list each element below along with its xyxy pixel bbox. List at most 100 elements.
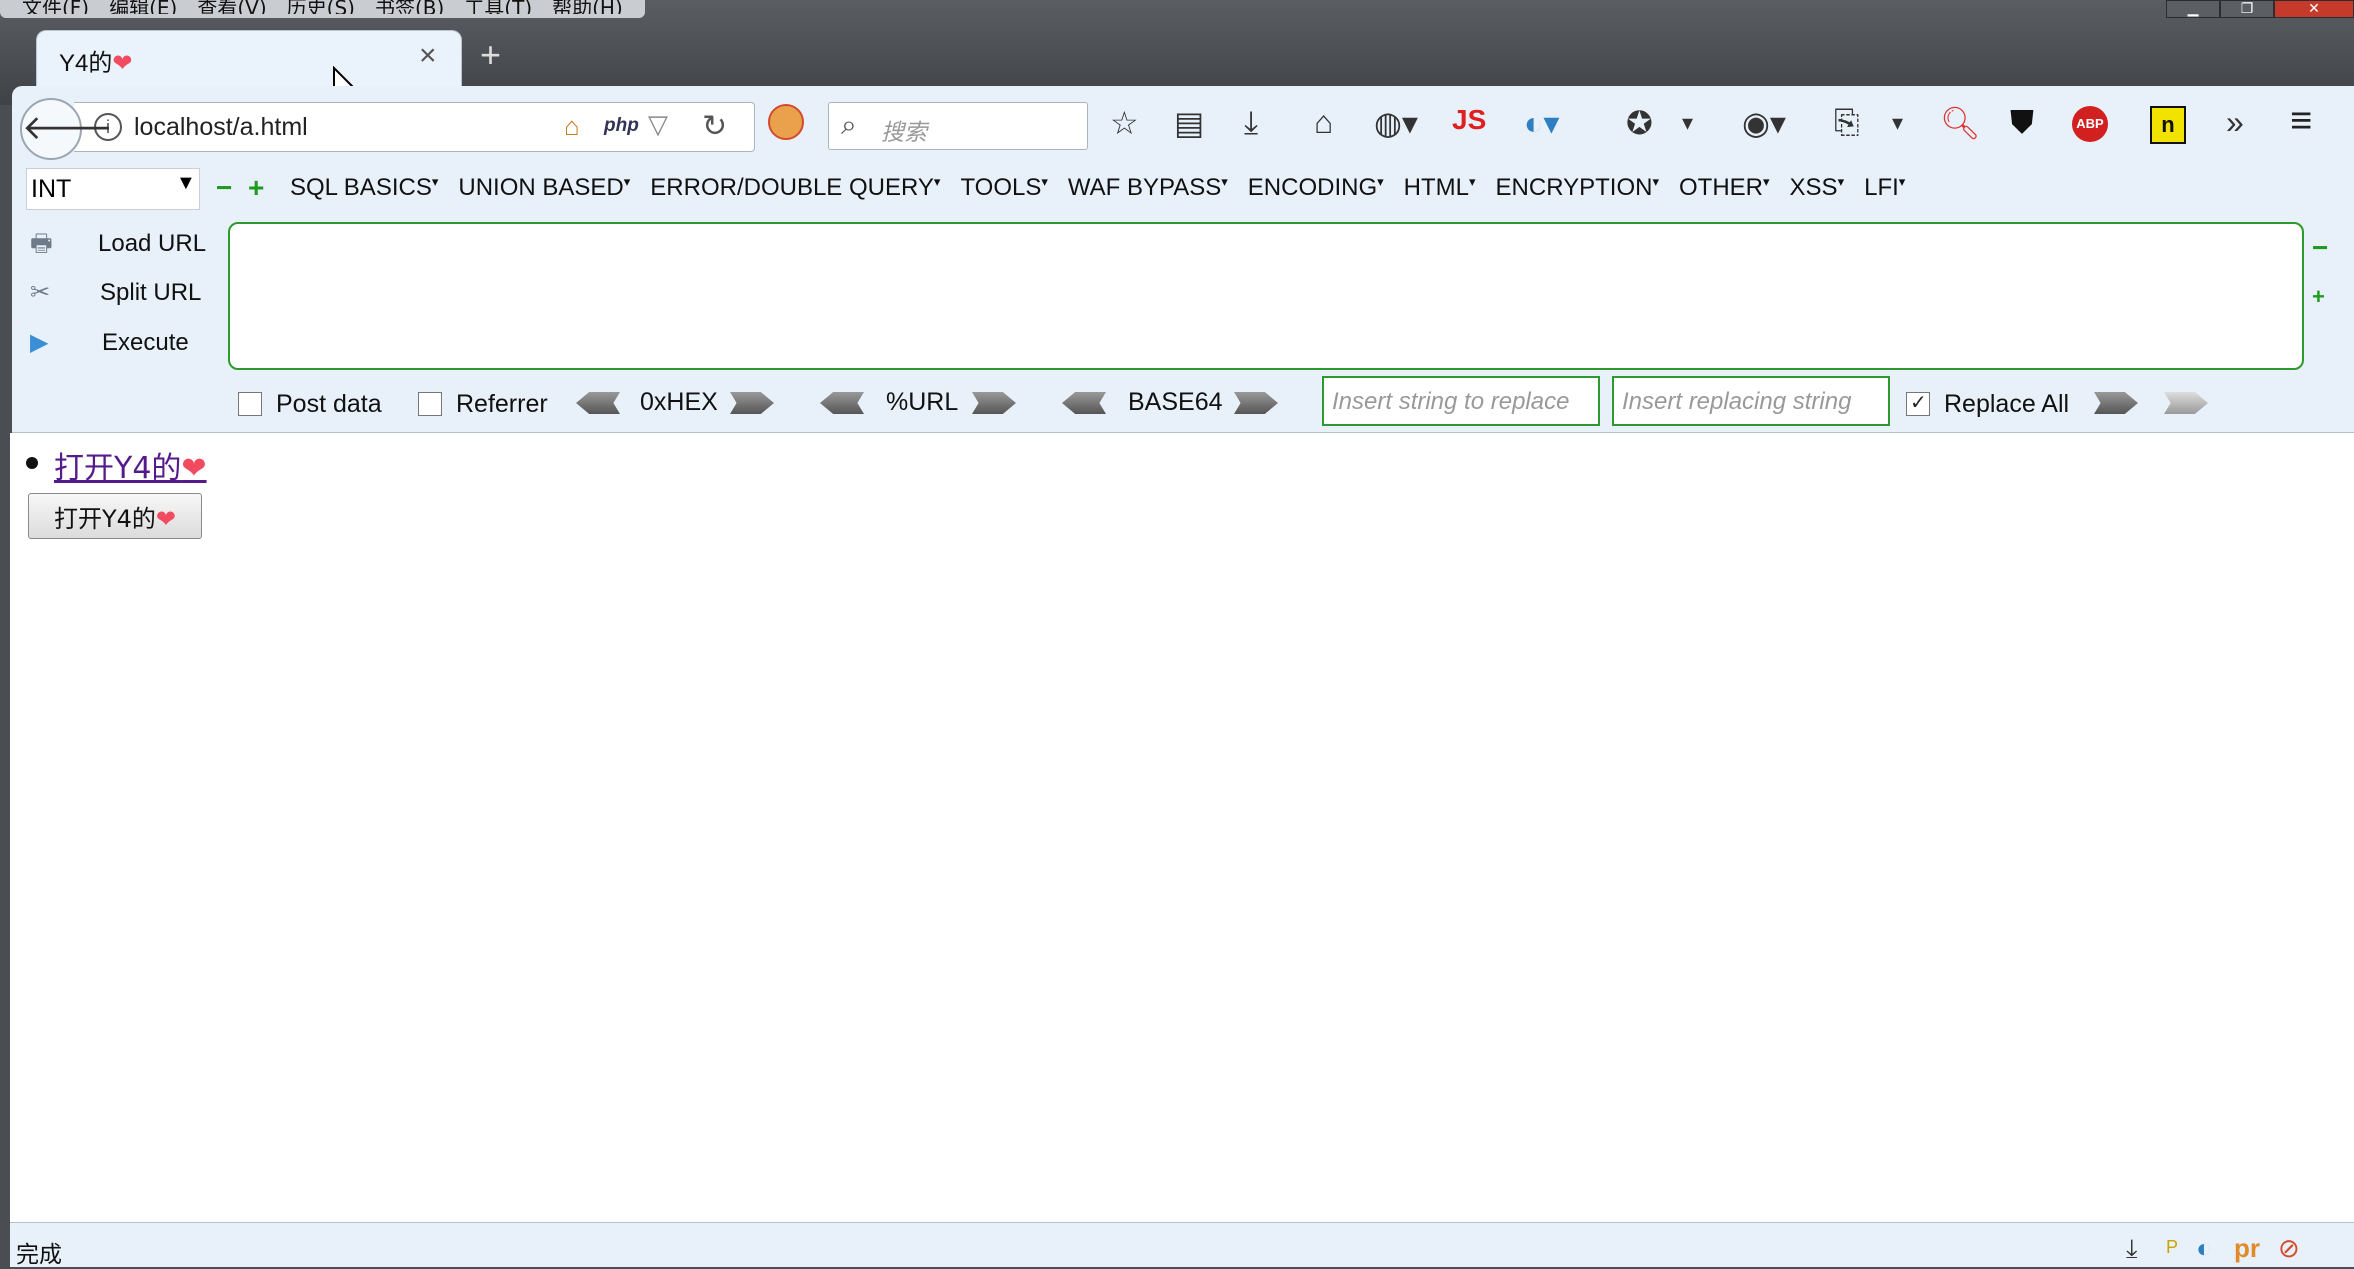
menu-error-double-query[interactable]: ERROR/DOUBLE QUERY — [650, 174, 940, 202]
noscript-icon[interactable] — [768, 104, 804, 140]
browser-chrome: i localhost/a.html ⌂ php ▽ ↻ 🡐 ⌕ 搜索 ☆ ▤ … — [12, 86, 2354, 433]
shield-icon[interactable]: ⛊ — [2010, 104, 2034, 142]
url-bar[interactable]: i localhost/a.html ⌂ php ▽ ↻ — [74, 102, 755, 152]
menu-xss[interactable]: XSS — [1790, 174, 1845, 202]
palette-dropdown-icon[interactable]: ▾ — [1682, 110, 1693, 136]
menu-help[interactable]: 帮助(H) — [542, 0, 633, 14]
menu-tools[interactable]: 工具(T) — [454, 0, 542, 14]
close-window-button[interactable]: ✕ — [2274, 0, 2354, 18]
type-select[interactable]: INT — [26, 168, 200, 210]
menu-view[interactable]: 查看(V) — [187, 0, 276, 14]
hex-encode-arrow-icon[interactable] — [730, 392, 774, 414]
base64-label: BASE64 — [1128, 388, 1223, 416]
menu-sql-basics[interactable]: SQL BASICS — [290, 174, 438, 202]
menu-encryption[interactable]: ENCRYPTION — [1496, 174, 1659, 202]
minimize-button[interactable]: ▁ — [2166, 0, 2220, 18]
proxy-status-icon[interactable]: ◐ — [2196, 1233, 2212, 1264]
menu-union-based[interactable]: UNION BASED — [458, 174, 630, 202]
status-bar: 完成 ⤓ P ◐ pr ⊘ — [10, 1222, 2354, 1268]
replace-go-arrow-icon[interactable] — [2094, 392, 2138, 414]
open-link[interactable]: 打开Y4的❤ — [54, 443, 207, 487]
split-url-label: Split URL — [100, 279, 202, 306]
menu-other[interactable]: OTHER — [1679, 174, 1770, 202]
load-url-button[interactable]: 🖶 Load URL — [30, 226, 206, 267]
menu-tools-hackbar[interactable]: TOOLS — [960, 174, 1047, 202]
menu-edit[interactable]: 编辑(E) — [99, 0, 187, 14]
open-button[interactable]: 打开Y4的❤ — [28, 493, 202, 539]
menu-history[interactable]: 历史(S) — [277, 0, 365, 14]
referrer-checkbox[interactable] — [418, 392, 442, 416]
overflow-icon[interactable]: » — [2226, 104, 2244, 141]
menu-html[interactable]: HTML — [1404, 174, 1476, 202]
library-icon[interactable]: ▤ — [1174, 104, 1204, 142]
download-icon[interactable]: ⤓ — [1244, 104, 1258, 142]
menu-bookmarks[interactable]: 书签(B) — [365, 0, 454, 14]
devtools-icon[interactable]: ⎘ — [1834, 104, 1860, 142]
pagerank-icon[interactable]: P — [2166, 1237, 2178, 1258]
tab-title: Y4的❤ — [59, 43, 132, 78]
bookmark-star-icon[interactable]: ☆ — [1110, 104, 1139, 142]
php-badge[interactable]: php — [604, 115, 639, 137]
base64-encode-arrow-icon[interactable] — [1234, 392, 1278, 414]
search-icon: ⌕ — [841, 109, 857, 140]
tab-close-icon[interactable]: × — [419, 39, 437, 73]
replace-back-arrow-icon[interactable] — [2164, 392, 2208, 414]
navigation-bar: i localhost/a.html ⌂ php ▽ ↻ 🡐 ⌕ 搜索 ☆ ▤ … — [12, 86, 2354, 172]
search-input[interactable]: ⌕ 搜索 — [828, 102, 1088, 150]
tab-active[interactable]: Y4的❤ × — [36, 30, 462, 89]
hamburger-menu-icon[interactable]: ≡ — [2290, 100, 2312, 143]
extension-n-icon[interactable]: n — [2150, 106, 2186, 144]
search-engine-icon[interactable]: 🔍︎ — [1940, 104, 1981, 142]
search-placeholder: 搜索 — [881, 119, 927, 145]
open-button-text: 打开Y4的 — [53, 504, 156, 533]
menu-lfi[interactable]: LFI — [1864, 174, 1905, 202]
home-icon[interactable]: ⌂ — [564, 111, 580, 142]
url-encode-label: %URL — [886, 388, 959, 416]
menu-encoding[interactable]: ENCODING — [1248, 174, 1384, 202]
hackbar-menus: SQL BASICS UNION BASED ERROR/DOUBLE QUER… — [290, 174, 1905, 202]
palette-icon[interactable]: ✪ — [1626, 104, 1653, 142]
new-tab-button[interactable]: + — [480, 34, 501, 76]
window-controls: ▁ ❐ ✕ — [2166, 0, 2354, 18]
maximize-button[interactable]: ❐ — [2220, 0, 2274, 18]
url-dropdown-icon[interactable]: ▽ — [648, 109, 668, 140]
replace-all-checkbox[interactable] — [1906, 390, 1930, 416]
globe-icon[interactable]: ◍▾ — [1374, 104, 1418, 142]
execute-label: Execute — [102, 329, 189, 356]
url-text[interactable]: localhost/a.html — [134, 113, 308, 142]
menu-bar: 文件(F) 编辑(E) 查看(V) 历史(S) 书签(B) 工具(T) 帮助(H… — [0, 0, 645, 18]
replace-from-input[interactable]: Insert string to replace — [1322, 376, 1600, 426]
plus-icon[interactable]: + — [248, 172, 264, 204]
network-icon[interactable]: ◉▾ — [1742, 104, 1786, 142]
referrer-label: Referrer — [456, 390, 548, 418]
reload-icon[interactable]: ↻ — [702, 109, 727, 144]
proxy-icon[interactable]: ◐▾ — [1524, 104, 1559, 142]
devtools-dropdown-icon[interactable]: ▾ — [1892, 110, 1903, 136]
post-data-checkbox[interactable] — [238, 392, 262, 416]
back-button[interactable]: 🡐 — [20, 98, 113, 160]
base64-decode-arrow-icon[interactable] — [1062, 392, 1106, 414]
noscript-status-icon[interactable]: ⊘ — [2278, 1233, 2300, 1264]
expand-icon[interactable]: + — [2312, 284, 2325, 310]
pr-icon[interactable]: pr — [2234, 1233, 2260, 1264]
chevron-down-icon[interactable]: ▼ — [176, 172, 196, 195]
menu-file[interactable]: 文件(F) — [12, 0, 99, 14]
hex-label: 0xHEX — [640, 388, 718, 416]
minus-icon[interactable]: − — [216, 172, 232, 204]
heart-icon: ❤ — [181, 451, 207, 486]
open-link-text[interactable]: 打开Y4的 — [54, 451, 181, 486]
hex-decode-arrow-icon[interactable] — [576, 392, 620, 414]
execute-button[interactable]: ▶ Execute — [30, 328, 189, 357]
replace-to-input[interactable]: Insert replacing string — [1612, 376, 1890, 426]
list-bullet — [26, 457, 38, 469]
url-encode-arrow-icon[interactable] — [972, 392, 1016, 414]
adblock-icon[interactable]: ABP — [2072, 106, 2108, 142]
url-decode-arrow-icon[interactable] — [820, 392, 864, 414]
url-textarea[interactable] — [228, 222, 2304, 370]
js-toggle-icon[interactable]: JS — [1452, 104, 1486, 136]
shrink-icon[interactable]: − — [2312, 232, 2328, 264]
download-icon[interactable]: ⤓ — [2126, 1233, 2138, 1265]
split-url-button[interactable]: ✂ Split URL — [30, 278, 201, 307]
home-button-icon[interactable]: ⌂ — [1314, 104, 1333, 141]
menu-waf-bypass[interactable]: WAF BYPASS — [1068, 174, 1228, 202]
